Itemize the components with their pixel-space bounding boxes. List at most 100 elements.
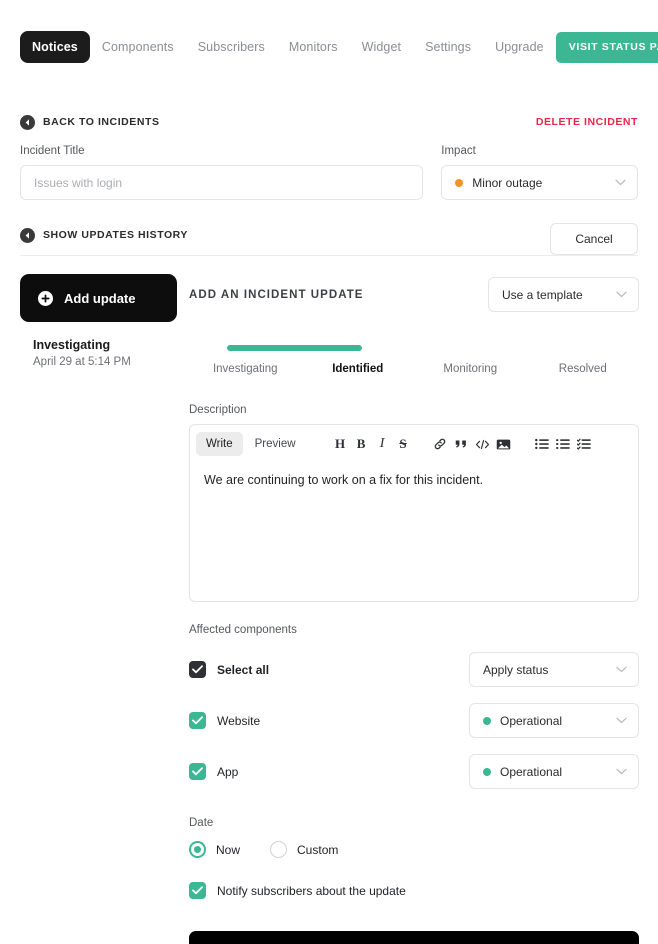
timeline-item[interactable]: Investigating April 29 at 5:14 PM xyxy=(33,338,183,368)
delete-incident-button[interactable]: DELETE INCIDENT xyxy=(536,116,638,128)
description-textarea[interactable]: We are continuing to work on a fix for t… xyxy=(190,463,638,498)
component-website-checkbox[interactable] xyxy=(189,712,206,729)
component-website-label: Website xyxy=(217,713,261,728)
component-row-website: Website Operational xyxy=(189,703,639,738)
task-list-icon[interactable] xyxy=(574,433,595,455)
show-updates-history-label: SHOW UPDATES HISTORY xyxy=(43,229,188,241)
stepper-progress-bar xyxy=(227,345,362,351)
circle-left-arrow-icon xyxy=(20,114,35,130)
incident-update-page: Notices Components Subscribers Monitors … xyxy=(0,0,658,944)
date-radio-custom-label: Custom xyxy=(297,842,339,857)
component-status-dot xyxy=(483,767,491,776)
italic-icon[interactable]: I xyxy=(372,433,393,455)
apply-status-select[interactable]: Apply status xyxy=(469,652,639,687)
editor-tab-preview[interactable]: Preview xyxy=(245,432,306,456)
date-label: Date xyxy=(189,817,214,829)
add-update-submit-button[interactable]: ADD UPDATE xyxy=(189,931,639,944)
stepper-track xyxy=(189,345,639,351)
add-update-button[interactable]: Add update xyxy=(20,274,177,322)
template-select[interactable]: Use a template xyxy=(488,277,639,312)
date-radio-now[interactable] xyxy=(189,841,206,858)
timeline-item-status: Investigating xyxy=(33,338,111,352)
nav-tab-upgrade[interactable]: Upgrade xyxy=(483,31,556,63)
nav-tab-components[interactable]: Components xyxy=(90,31,186,63)
impact-selected-value: Minor outage xyxy=(472,175,543,190)
component-status-dot xyxy=(483,716,491,725)
incident-impact-field: Impact Minor outage xyxy=(441,145,638,200)
show-updates-history-inner: SHOW UPDATES HISTORY xyxy=(20,227,188,243)
incident-title-field: Incident Title Issues with login xyxy=(20,145,424,200)
visit-status-page-button[interactable]: VISIT STATUS PAGE xyxy=(555,31,658,63)
back-to-incidents-label: BACK TO INCIDENTS xyxy=(43,116,160,128)
date-options: Now Custom xyxy=(189,841,639,858)
editor-toolbar: Write Preview H B I S xyxy=(190,425,638,463)
main-navigation: Notices Components Subscribers Monitors … xyxy=(20,30,658,64)
affected-components-label: Affected components xyxy=(189,624,297,636)
chevron-down-icon xyxy=(615,179,626,186)
blockquote-icon[interactable] xyxy=(451,433,472,455)
panel-header: ADD AN INCIDENT UPDATE Use a template xyxy=(189,276,639,313)
nav-tab-subscribers[interactable]: Subscribers xyxy=(186,31,277,63)
add-update-label: Add update xyxy=(64,290,136,306)
cancel-button[interactable]: Cancel xyxy=(550,223,638,255)
nav-tab-monitors[interactable]: Monitors xyxy=(277,31,350,63)
chevron-down-icon xyxy=(616,666,627,673)
component-app-checkbox[interactable] xyxy=(189,763,206,780)
editor-tab-write[interactable]: Write xyxy=(196,432,243,456)
timeline-item-date: April 29 at 5:14 PM xyxy=(33,356,131,368)
incident-title-label: Incident Title xyxy=(20,145,85,157)
stepper-step-resolved[interactable]: Resolved xyxy=(527,363,640,375)
component-app-label: App xyxy=(217,764,239,779)
select-all-checkbox[interactable] xyxy=(189,661,206,678)
apply-status-value: Apply status xyxy=(483,662,549,677)
notify-subscribers-checkbox[interactable] xyxy=(189,882,206,899)
show-updates-history-link[interactable]: SHOW UPDATES HISTORY xyxy=(20,226,638,244)
add-incident-update-panel: ADD AN INCIDENT UPDATE Use a template In… xyxy=(189,276,639,944)
status-stepper: Investigating Identified Monitoring Reso… xyxy=(189,345,639,375)
bulleted-list-icon[interactable] xyxy=(532,433,553,455)
incident-impact-label: Impact xyxy=(441,145,476,157)
component-website-control[interactable]: Website xyxy=(189,712,459,729)
nav-tab-notices[interactable]: Notices xyxy=(20,31,90,63)
component-website-status-select[interactable]: Operational xyxy=(469,703,639,738)
date-radio-now-label: Now xyxy=(216,842,241,857)
impact-select[interactable]: Minor outage xyxy=(441,165,638,200)
notify-subscribers-row[interactable]: Notify subscribers about the update xyxy=(189,882,639,899)
component-app-control[interactable]: App xyxy=(189,763,459,780)
strikethrough-icon[interactable]: S xyxy=(393,433,414,455)
nav-tab-widget[interactable]: Widget xyxy=(350,31,414,63)
component-app-status-value: Operational xyxy=(500,764,563,779)
link-icon[interactable] xyxy=(430,433,451,455)
heading-icon[interactable]: H xyxy=(330,433,351,455)
stepper-step-investigating[interactable]: Investigating xyxy=(189,363,302,375)
select-all-control[interactable]: Select all xyxy=(189,661,459,678)
chevron-down-icon xyxy=(616,291,627,298)
plus-circle-icon xyxy=(38,290,53,306)
select-all-label: Select all xyxy=(217,662,270,677)
stepper-step-identified[interactable]: Identified xyxy=(302,363,415,375)
ordered-list-icon[interactable] xyxy=(553,433,574,455)
image-icon[interactable] xyxy=(493,433,514,455)
code-icon[interactable] xyxy=(472,433,493,455)
incident-fields: Incident Title Issues with login Impact … xyxy=(20,145,638,200)
bold-icon[interactable]: B xyxy=(351,433,372,455)
section-divider xyxy=(20,255,638,256)
description-label: Description xyxy=(189,404,247,416)
impact-status-dot xyxy=(455,178,464,187)
incident-title-input[interactable]: Issues with login xyxy=(20,165,424,200)
nav-tab-settings[interactable]: Settings xyxy=(413,31,483,63)
notify-subscribers-label: Notify subscribers about the update xyxy=(217,883,406,898)
incident-title-placeholder: Issues with login xyxy=(34,175,123,190)
stepper-labels: Investigating Identified Monitoring Reso… xyxy=(189,363,639,375)
stepper-step-monitoring[interactable]: Monitoring xyxy=(414,363,527,375)
date-radio-custom[interactable] xyxy=(270,841,288,858)
chevron-down-icon xyxy=(616,768,627,775)
template-selected-value: Use a template xyxy=(502,287,583,302)
select-all-row: Select all Apply status xyxy=(189,652,639,687)
panel-title: ADD AN INCIDENT UPDATE xyxy=(189,288,364,301)
back-to-incidents-link[interactable]: BACK TO INCIDENTS xyxy=(20,114,160,130)
component-app-status-select[interactable]: Operational xyxy=(469,754,639,789)
component-website-status-value: Operational xyxy=(500,713,563,728)
component-row-app: App Operational xyxy=(189,754,639,789)
circle-left-arrow-icon xyxy=(20,227,35,243)
